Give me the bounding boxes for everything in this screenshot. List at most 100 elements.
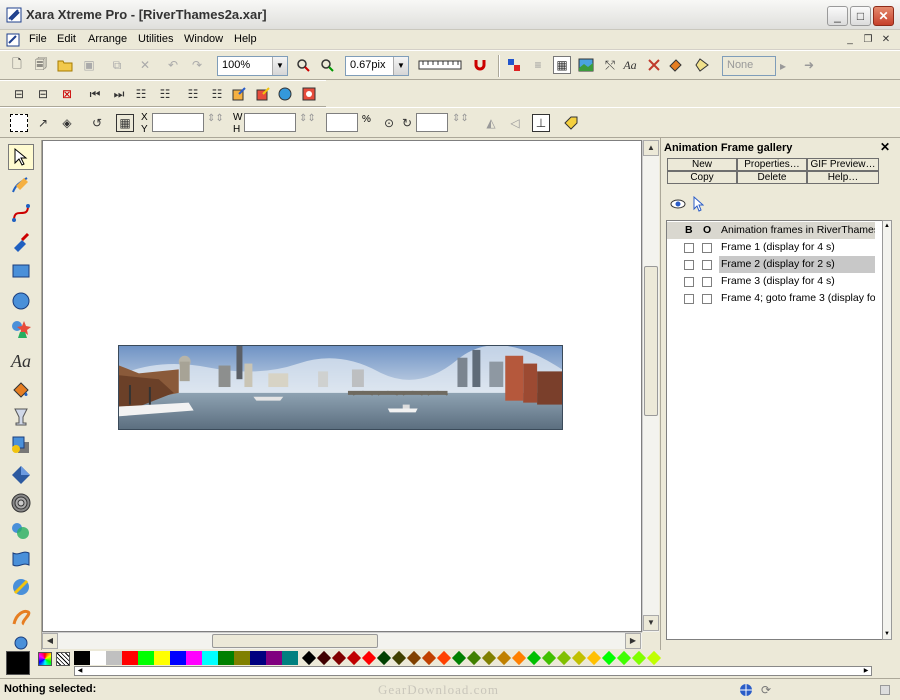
live-effects-tool-icon[interactable]: [8, 574, 34, 600]
close-button[interactable]: ✕: [873, 6, 894, 26]
menu-file[interactable]: File: [29, 33, 47, 45]
colour-swatch[interactable]: [571, 650, 587, 666]
frame-props-dropdown-icon[interactable]: ☷: [208, 85, 226, 103]
colour-swatch[interactable]: [406, 650, 422, 666]
colour-swatch[interactable]: [122, 651, 138, 665]
layers-icon[interactable]: ≡: [529, 56, 547, 74]
colour-swatch[interactable]: [282, 651, 298, 665]
scroll-up-icon[interactable]: ▲: [643, 140, 659, 156]
scroll-left-icon[interactable]: ◀: [42, 633, 58, 649]
horizontal-scroll-thumb[interactable]: [212, 634, 378, 648]
new-template-icon[interactable]: 🗐: [32, 56, 50, 74]
open-folder-icon[interactable]: [56, 56, 74, 74]
freehand-tool-icon[interactable]: [8, 172, 34, 198]
percent-icon[interactable]: %: [362, 114, 371, 125]
colour-swatch[interactable]: [376, 650, 392, 666]
scroll-right-icon[interactable]: ▶: [625, 633, 641, 649]
copy-icon[interactable]: ⧉: [108, 56, 126, 74]
zoom-combo[interactable]: 100% ▼: [217, 56, 288, 76]
zoom-previous-icon[interactable]: [294, 56, 312, 74]
colour-swatch[interactable]: [170, 651, 186, 665]
colour-picker-icon[interactable]: [38, 652, 52, 666]
canvas-vertical-scrollbar[interactable]: ▲ ▼: [642, 140, 659, 632]
refresh-icon[interactable]: ⟳: [757, 681, 775, 699]
chevron-down-icon[interactable]: ▼: [272, 57, 287, 75]
doc-close-button[interactable]: ✕: [878, 33, 894, 47]
frame-list-item[interactable]: Frame 1 (display for 4 s): [667, 239, 875, 256]
gif-preview-button[interactable]: GIF Preview…: [807, 158, 879, 171]
overlay-checkbox[interactable]: [702, 243, 712, 253]
transparency-tool-icon[interactable]: [8, 404, 34, 430]
palette-scrollbar[interactable]: ◀ ▶: [74, 666, 872, 676]
browser-preview-icon[interactable]: [276, 85, 294, 103]
none-combo[interactable]: None: [722, 56, 776, 76]
colour-swatch[interactable]: [154, 651, 170, 665]
background-checkbox[interactable]: [684, 294, 694, 304]
mould-tool-icon[interactable]: [8, 546, 34, 572]
colour-swatch[interactable]: [526, 650, 542, 666]
frame-list-icon[interactable]: ☷: [132, 85, 150, 103]
colour-swatch[interactable]: [346, 650, 362, 666]
fill-gallery-icon[interactable]: [667, 56, 685, 74]
colour-swatch[interactable]: [316, 650, 332, 666]
select-inside-icon[interactable]: ↗: [34, 114, 52, 132]
doc-minimize-button[interactable]: _: [842, 33, 858, 47]
colour-swatch[interactable]: [218, 651, 234, 665]
tag-icon[interactable]: [562, 114, 580, 132]
background-checkbox[interactable]: [684, 260, 694, 270]
colour-swatch[interactable]: [186, 651, 202, 665]
export-bitmap-icon[interactable]: [254, 85, 272, 103]
spin-arrows-icon[interactable]: ⇕⇕: [452, 113, 469, 124]
rotate-angle-icon[interactable]: ↻: [398, 114, 416, 132]
ruler-icon[interactable]: [418, 56, 462, 74]
gallery-help-button[interactable]: Help…: [807, 171, 879, 184]
background-checkbox[interactable]: [684, 243, 694, 253]
bitmap-gallery-icon[interactable]: [577, 56, 595, 74]
colour-swatch[interactable]: [331, 650, 347, 666]
colour-swatch[interactable]: [138, 651, 154, 665]
delete-frame-icon[interactable]: ⊠: [58, 85, 76, 103]
colour-swatch[interactable]: [421, 650, 437, 666]
new-document-icon[interactable]: 🗋: [8, 56, 26, 74]
colour-swatch[interactable]: [361, 650, 377, 666]
minimize-button[interactable]: _: [827, 6, 848, 26]
colour-swatch[interactable]: [466, 650, 482, 666]
name-gallery-icon[interactable]: [693, 56, 711, 74]
copy-frame-button[interactable]: Copy: [667, 171, 737, 184]
font-gallery-icon[interactable]: Aa: [621, 56, 639, 74]
quickshape-tool-icon[interactable]: [8, 316, 34, 342]
overlay-checkbox[interactable]: [702, 260, 712, 270]
frame-gallery-icon[interactable]: ▦: [553, 56, 571, 74]
pointer-icon[interactable]: [689, 195, 707, 213]
colour-swatch[interactable]: [234, 651, 250, 665]
spin-arrows-icon[interactable]: ⇕⇕: [299, 113, 316, 124]
shadow-tool-icon[interactable]: [8, 432, 34, 458]
colour-swatch[interactable]: [266, 651, 282, 665]
colour-swatch[interactable]: [90, 651, 106, 665]
contour-tool-icon[interactable]: [8, 490, 34, 516]
angle-field[interactable]: [416, 113, 448, 132]
clipart-gallery-icon[interactable]: [645, 56, 663, 74]
spin-arrows-icon[interactable]: ⇕⇕: [207, 113, 224, 124]
align-icon[interactable]: ⊟: [10, 85, 28, 103]
colour-swatch[interactable]: [481, 650, 497, 666]
save-icon[interactable]: ▣: [80, 56, 98, 74]
frame-list-item[interactable]: Frame 4; goto frame 3 (display for 4 s): [667, 290, 875, 307]
bezier-tool-icon[interactable]: [8, 200, 34, 226]
flip-vertical-icon[interactable]: ◁: [506, 114, 524, 132]
export-gif-icon[interactable]: [230, 85, 248, 103]
delete-frame-button[interactable]: Delete: [737, 171, 807, 184]
colour-swatch[interactable]: [202, 651, 218, 665]
new-frame-button[interactable]: New: [667, 158, 737, 171]
chevron-right-icon[interactable]: ▸: [777, 57, 789, 75]
rotate-icon[interactable]: ↺: [88, 114, 106, 132]
document-icon[interactable]: [6, 33, 20, 47]
scroll-up-icon[interactable]: ▲: [883, 221, 891, 231]
colour-swatch[interactable]: [74, 651, 90, 665]
close-icon[interactable]: ✕: [878, 140, 892, 154]
colour-swatch[interactable]: [601, 650, 617, 666]
scroll-left-icon[interactable]: ◀: [75, 666, 85, 676]
colour-swatch[interactable]: [106, 651, 122, 665]
maximize-button[interactable]: □: [850, 6, 871, 26]
menu-window[interactable]: Window: [184, 33, 223, 45]
